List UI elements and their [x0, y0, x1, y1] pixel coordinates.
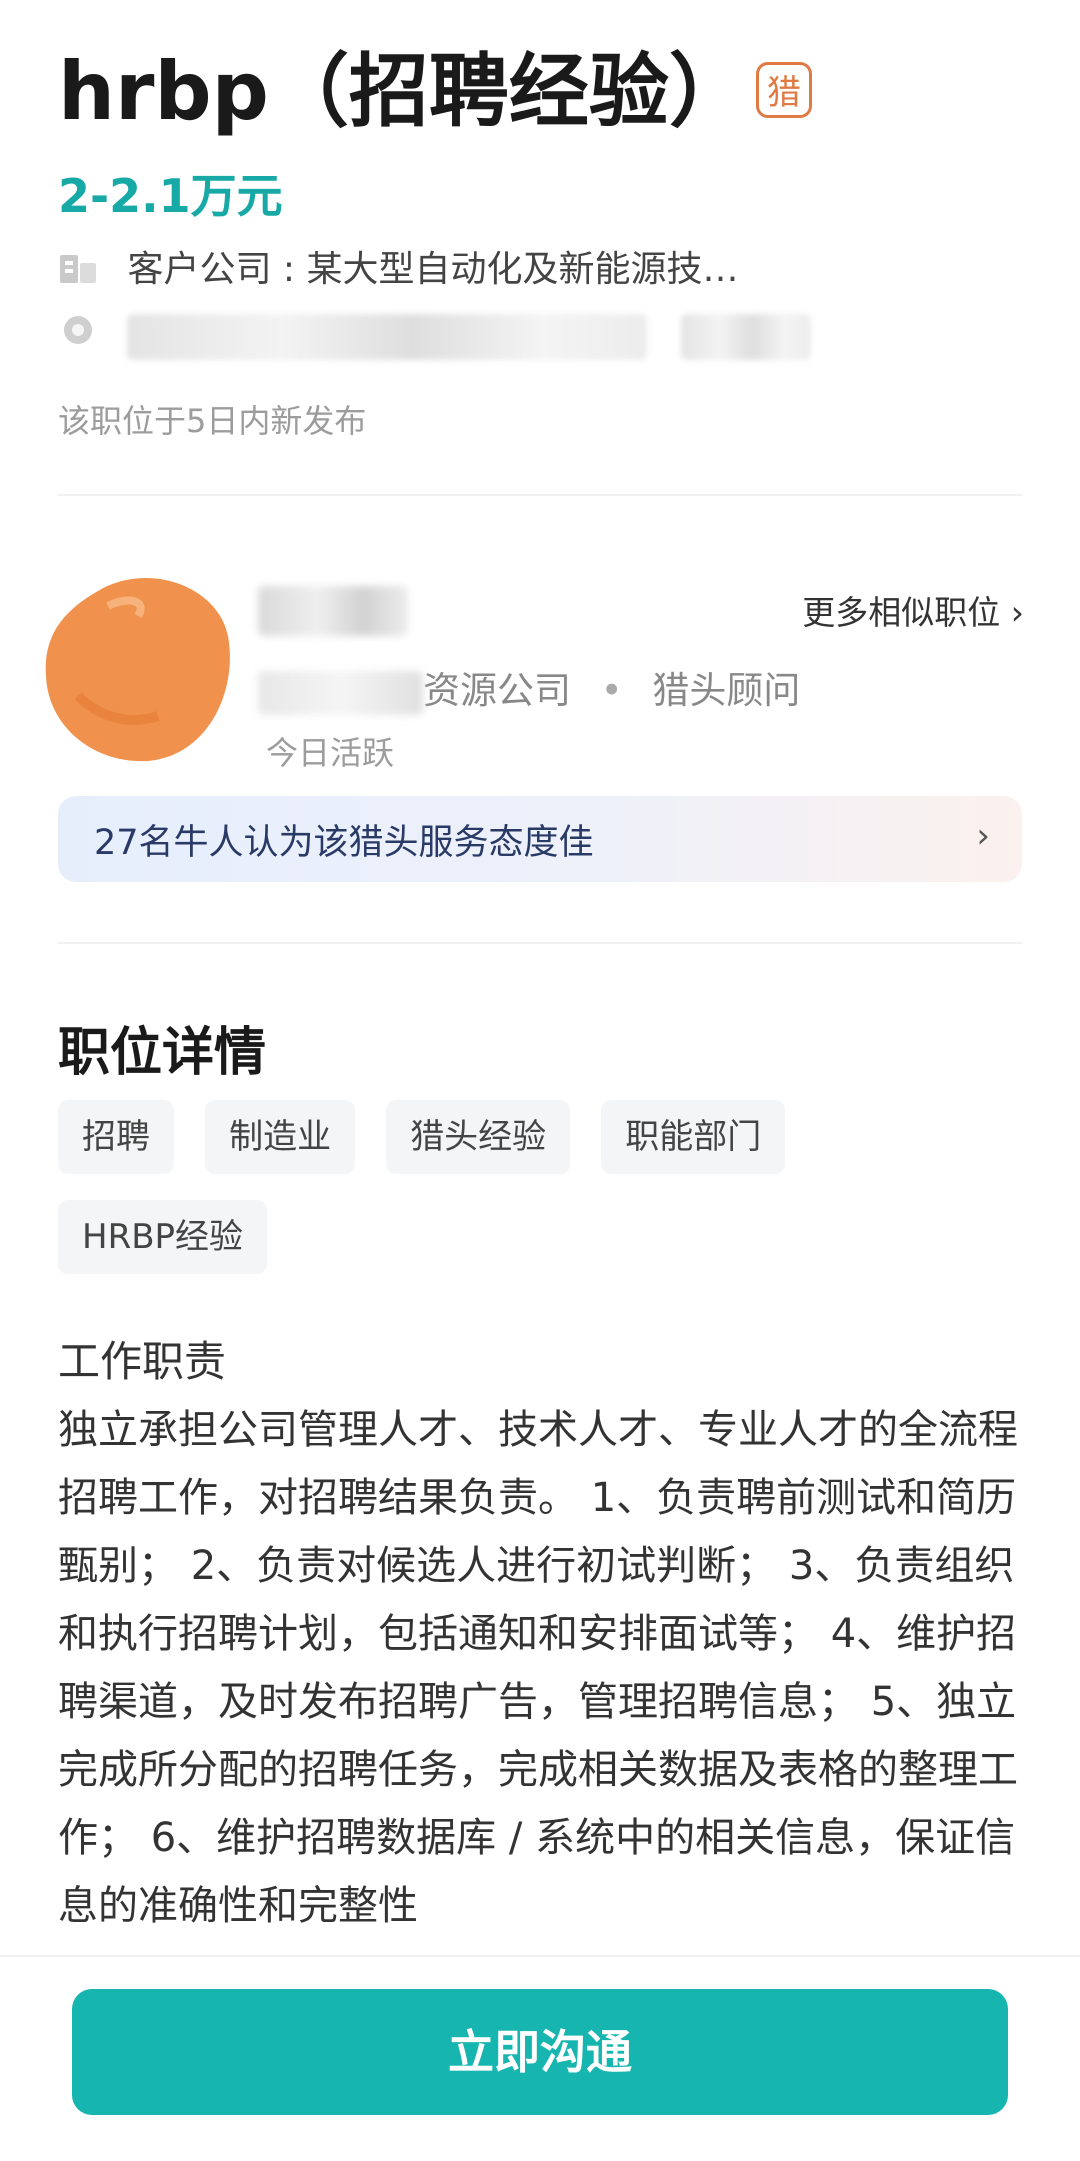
service-praise-text: 27名牛人认为该猎头服务态度佳: [94, 823, 594, 863]
divider: [58, 942, 1022, 944]
client-company-row: 客户公司 : 某大型自动化及新能源技…: [58, 240, 738, 294]
job-tag: HRBP经验: [58, 1200, 268, 1274]
headhunter-badge: 猎: [756, 62, 812, 118]
recruiter-role: 猎头顾问: [652, 669, 801, 712]
redacted-address: [127, 313, 648, 360]
job-tag: 招聘: [58, 1100, 174, 1174]
recruiter-meta: 资源公司 • 猎头顾问: [258, 660, 800, 715]
job-tags: 招聘 制造业 猎头经验 职能部门 HRBP经验: [58, 1100, 1022, 1300]
job-header: hrbp（招聘经验） 猎: [58, 44, 1022, 154]
service-praise-banner[interactable]: 27名牛人认为该猎头服务态度佳 ›: [58, 796, 1022, 882]
job-title: hrbp（招聘经验）: [58, 45, 749, 138]
responsibilities-text: 独立承担公司管理人才、技术人才、专业人才的全流程招聘工作，对招聘结果负责。 1、…: [58, 1407, 1018, 1929]
meta-separator: •: [600, 669, 623, 712]
location-row[interactable]: [58, 312, 811, 361]
chat-now-button[interactable]: 立即沟通: [72, 1989, 1008, 2115]
job-tag: 制造业: [205, 1100, 356, 1174]
redacted-address-part: [680, 313, 811, 360]
chevron-right-icon: ›: [1010, 593, 1024, 632]
location-pin-icon: [58, 312, 98, 361]
more-similar-jobs-link[interactable]: 更多相似职位 ›: [802, 586, 1024, 634]
divider: [58, 494, 1022, 496]
job-details-title: 职位详情: [58, 1023, 267, 1083]
client-company: 客户公司 : 某大型自动化及新能源技…: [127, 249, 739, 290]
building-icon: [58, 249, 98, 294]
job-tag: 职能部门: [601, 1100, 786, 1174]
job-description: 工作职责 独立承担公司管理人才、技术人才、专业人才的全流程招聘工作，对招聘结果负…: [58, 1328, 1022, 1940]
active-status: 今日活跃: [266, 734, 395, 772]
recruiter-avatar[interactable]: [38, 566, 238, 766]
chevron-right-icon: ›: [976, 816, 990, 856]
job-tag: 猎头经验: [386, 1100, 571, 1174]
more-similar-label: 更多相似职位: [802, 593, 1001, 632]
responsibilities-title: 工作职责: [58, 1337, 227, 1386]
recruiter-name-redacted: [258, 586, 408, 636]
recruiter-company-suffix: 资源公司: [423, 669, 571, 712]
posted-time: 该职位于5日内新发布: [58, 402, 367, 440]
recruiter-company-redacted: [258, 670, 423, 715]
salary: 2-2.1万元: [58, 169, 283, 223]
bottom-action-bar: 立即沟通: [0, 1955, 1080, 2161]
